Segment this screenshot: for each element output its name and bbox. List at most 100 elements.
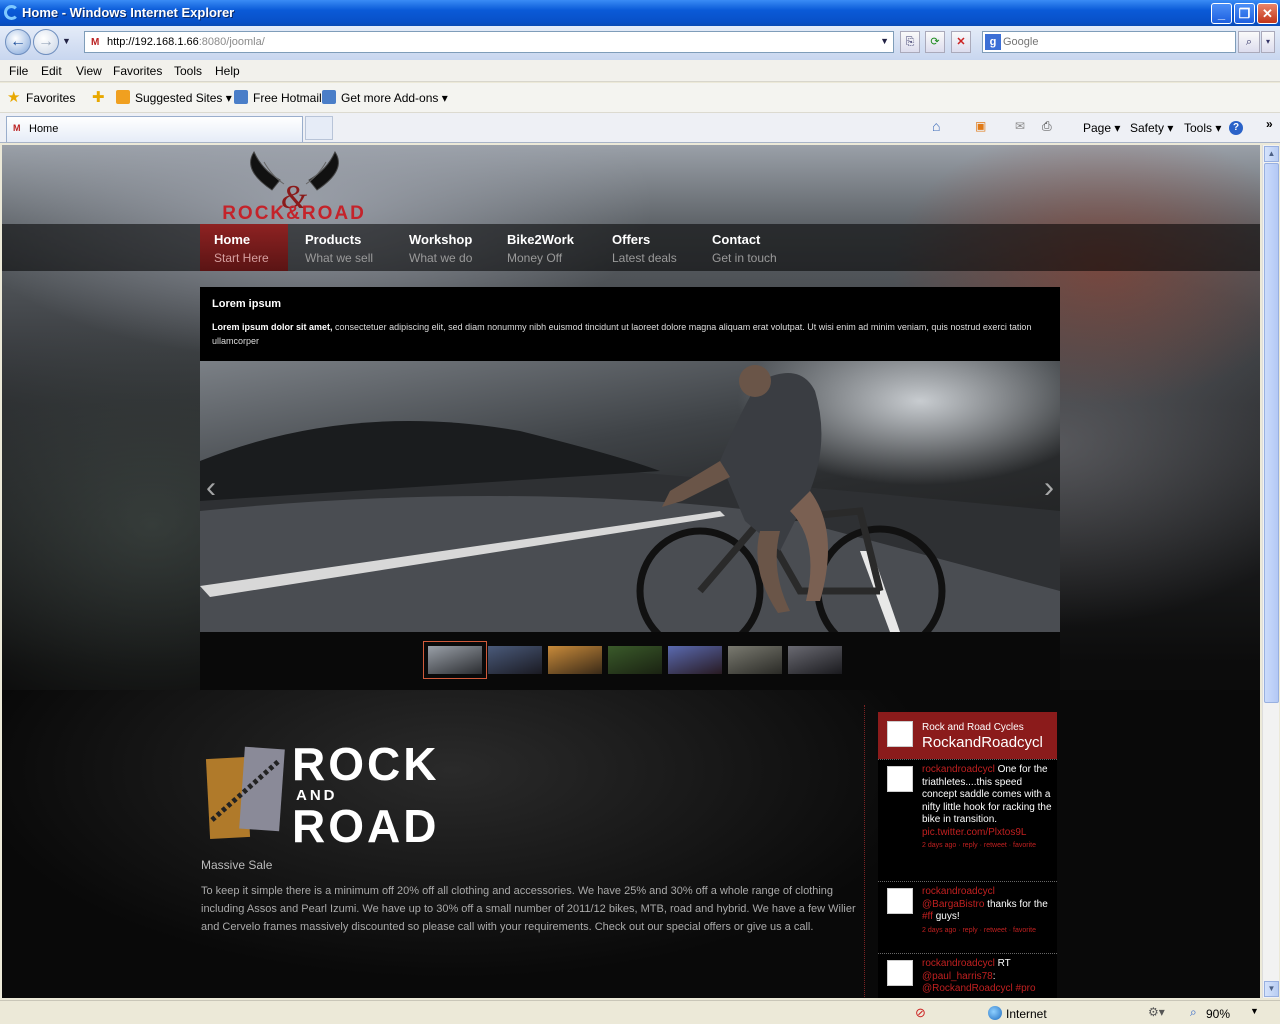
zoom-icon[interactable]: ⌕ xyxy=(1190,1005,1197,1020)
menu-favorites[interactable]: Favorites xyxy=(113,64,162,78)
content-background xyxy=(2,690,1260,998)
nav-products[interactable]: Products What we sell xyxy=(291,224,387,271)
slider-prev-arrow[interactable]: ‹ xyxy=(206,471,216,505)
tweet-user[interactable]: rockandroadcycl xyxy=(922,958,995,969)
address-field[interactable]: M http://192.168.1.66:8080/joomla/ ▼ xyxy=(84,31,894,53)
thumbnail-3[interactable] xyxy=(548,646,602,674)
close-button[interactable]: ✕ xyxy=(1257,3,1278,24)
free-hotmail-link[interactable]: Free Hotmail xyxy=(253,91,322,105)
menu-help[interactable]: Help xyxy=(215,64,240,78)
logo-text: ROCK&ROAD xyxy=(222,203,366,222)
zoom-level[interactable]: 90% xyxy=(1206,1007,1230,1021)
recent-pages-dropdown-icon[interactable]: ▼ xyxy=(62,36,71,46)
tweet-text-2: guys! xyxy=(932,911,960,922)
more-chevron-icon[interactable]: » xyxy=(1266,117,1273,131)
menu-file[interactable]: File xyxy=(9,64,28,78)
forward-button[interactable]: → xyxy=(33,29,59,55)
nav-workshop[interactable]: Workshop What we do xyxy=(395,224,486,271)
tweet-hashtag[interactable]: #ff xyxy=(922,911,933,922)
tools-menu[interactable]: Tools ▾ xyxy=(1184,121,1221,135)
minimize-button[interactable]: _ xyxy=(1211,3,1232,24)
nav-contact-title: Contact xyxy=(712,232,761,247)
popup-blocker-icon[interactable]: ⊘ xyxy=(915,1005,926,1021)
slider-next-arrow[interactable]: › xyxy=(1044,471,1054,505)
tab-home[interactable]: M Home xyxy=(6,116,303,142)
address-dropdown-icon[interactable]: ▼ xyxy=(880,36,889,46)
nav-bike2work-sub: Money Off xyxy=(507,251,563,265)
menu-view[interactable]: View xyxy=(76,64,102,78)
vertical-scrollbar[interactable]: ▲ ▼ xyxy=(1262,145,1279,998)
read-mail-icon[interactable]: ✉ xyxy=(1015,119,1025,133)
tweet-mention[interactable]: @BargaBistro xyxy=(922,899,984,910)
maximize-button[interactable]: ❐ xyxy=(1234,3,1255,24)
menu-edit[interactable]: Edit xyxy=(41,64,62,78)
status-bar: ⊘ Internet ⚙▾ ⌕ 90% ▼ xyxy=(0,1000,1280,1024)
search-input[interactable] xyxy=(1003,34,1223,50)
search-options-icon[interactable]: ▾ xyxy=(1261,31,1275,53)
nav-products-sub: What we sell xyxy=(305,251,374,265)
back-button[interactable]: ← xyxy=(5,29,31,55)
compatibility-icon[interactable]: ⎘ xyxy=(900,31,920,53)
thumbnail-1[interactable] xyxy=(423,641,487,679)
nav-offers-sub: Latest deals xyxy=(612,251,677,265)
search-icon[interactable]: ⌕ xyxy=(1238,31,1260,53)
scroll-down-icon[interactable]: ▼ xyxy=(1264,981,1279,997)
scroll-up-icon[interactable]: ▲ xyxy=(1264,146,1279,162)
new-tab-button[interactable] xyxy=(305,116,333,140)
intro-heading: Lorem ipsum xyxy=(212,298,282,310)
hero-slide[interactable]: ‹ › xyxy=(200,361,1060,632)
stop-icon[interactable]: ✕ xyxy=(951,31,971,53)
brand-road: ROAD xyxy=(292,800,439,850)
safety-menu[interactable]: Safety ▾ xyxy=(1130,121,1173,135)
tweet-mention[interactable]: @paul_harris78 xyxy=(922,971,993,982)
menu-tools[interactable]: Tools xyxy=(174,64,202,78)
nav-offers[interactable]: Offers Latest deals xyxy=(598,224,691,271)
print-icon[interactable]: ⎙ xyxy=(1042,119,1052,134)
twitter-avatar[interactable] xyxy=(887,721,913,747)
tweet-avatar[interactable] xyxy=(887,888,913,914)
nav-bike2work[interactable]: Bike2Work Money Off xyxy=(493,224,588,271)
thumbnail-5[interactable] xyxy=(668,646,722,674)
suggested-sites-link[interactable]: Suggested Sites ▾ xyxy=(135,91,232,105)
home-icon[interactable]: ⌂ xyxy=(932,118,940,134)
favorites-button[interactable]: Favorites xyxy=(26,91,75,105)
tweet-meta[interactable]: 2 days ago · reply · retweet · favorite xyxy=(922,842,1036,849)
nav-home[interactable]: Home Start Here xyxy=(200,224,288,271)
intro-box: Lorem ipsum Lorem ipsum dolor sit amet, … xyxy=(200,287,1060,361)
thumbnail-7[interactable] xyxy=(788,646,842,674)
feeds-icon[interactable]: ▣ xyxy=(975,119,986,133)
tweet-text: RT xyxy=(994,958,1011,969)
refresh-icon[interactable]: ⟳ xyxy=(925,31,945,53)
tweet-meta[interactable]: 2 days ago · reply · retweet · favorite xyxy=(922,927,1036,934)
hotmail-icon xyxy=(234,90,248,104)
tweet-user[interactable]: rockandroadcycl xyxy=(922,886,995,897)
nav-home-sub: Start Here xyxy=(214,251,269,265)
site-logo[interactable]: & ROCK&ROAD xyxy=(202,150,387,222)
nav-contact[interactable]: Contact Get in touch xyxy=(698,224,791,271)
tweet-avatar[interactable] xyxy=(887,766,913,792)
get-addons-link[interactable]: Get more Add-ons ▾ xyxy=(341,91,448,105)
page-menu[interactable]: Page ▾ xyxy=(1083,121,1120,135)
tweet-link[interactable]: pic.twitter.com/Plxtos9L xyxy=(922,827,1026,838)
scroll-thumb[interactable] xyxy=(1264,163,1279,703)
site-favicon: M xyxy=(91,37,100,48)
tweet-mention-2[interactable]: @RockandRoadcycl #pro xyxy=(922,983,1036,994)
thumbnail-6[interactable] xyxy=(728,646,782,674)
internet-zone-icon xyxy=(988,1006,1002,1020)
sidebar-divider xyxy=(864,705,865,998)
protected-mode-icon[interactable]: ⚙▾ xyxy=(1148,1005,1165,1019)
twitter-handle[interactable]: RockandRoadcycl xyxy=(922,734,1043,751)
nav-contact-sub: Get in touch xyxy=(712,251,777,265)
nav-workshop-sub: What we do xyxy=(409,251,473,265)
tweet-avatar[interactable] xyxy=(887,960,913,986)
help-icon[interactable]: ? xyxy=(1229,121,1243,135)
search-box[interactable]: g xyxy=(982,31,1236,53)
zoom-dropdown-icon[interactable]: ▼ xyxy=(1250,1006,1259,1016)
thumbnail-2[interactable] xyxy=(488,646,542,674)
url-host: http://192.168.1.66 xyxy=(107,36,199,48)
thumbnail-4[interactable] xyxy=(608,646,662,674)
tweet-user[interactable]: rockandroadcycl xyxy=(922,764,995,775)
tweet-text-2: : xyxy=(992,970,996,982)
cyclist-photo xyxy=(200,365,1060,632)
add-favorite-icon[interactable]: ✚ xyxy=(92,88,106,106)
